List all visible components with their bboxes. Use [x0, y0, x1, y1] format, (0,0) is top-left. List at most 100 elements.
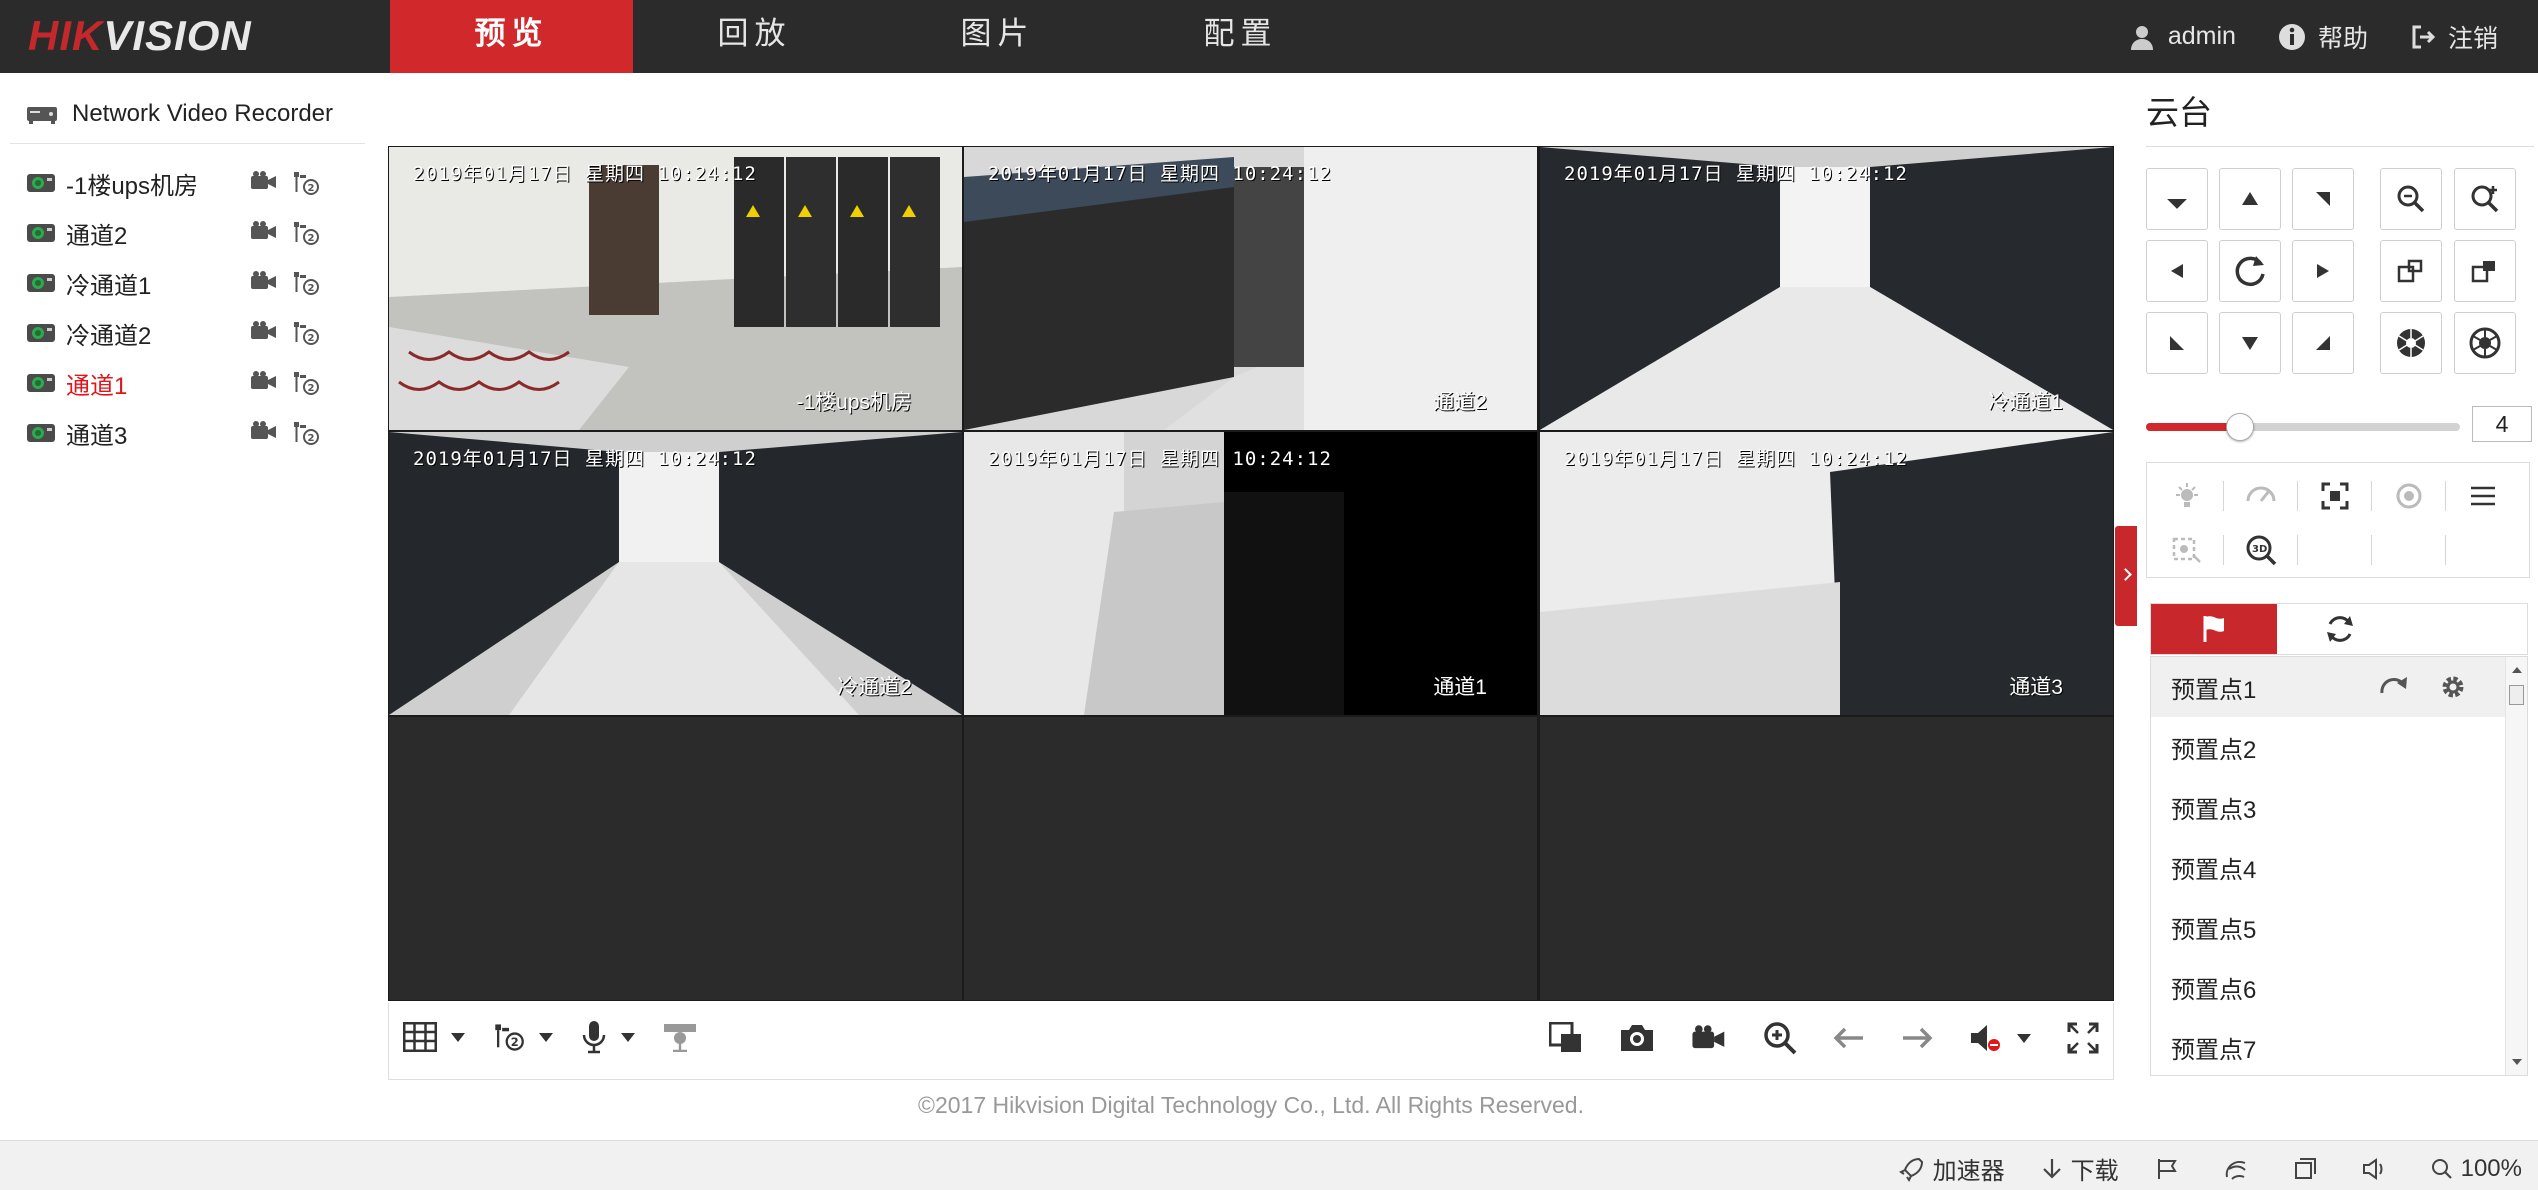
preset-item[interactable]: 预置点2: [2151, 717, 2527, 777]
focus-far-button[interactable]: [2454, 240, 2516, 302]
preset-item[interactable]: 预置点6: [2151, 957, 2527, 1017]
wiper-button[interactable]: [2225, 471, 2297, 521]
sound-button[interactable]: [2361, 1157, 2395, 1181]
channel-item[interactable]: -1楼ups机房 2: [26, 158, 346, 208]
next-page-button[interactable]: [1901, 1026, 1933, 1050]
video-cell-empty[interactable]: [1540, 717, 2113, 1000]
zoom-in-button[interactable]: [2454, 168, 2516, 230]
scroll-down-icon[interactable]: [2512, 1059, 2522, 1065]
stream-icon[interactable]: 2: [292, 370, 320, 396]
preset-item[interactable]: 预置点1: [2151, 657, 2527, 717]
nav-configuration[interactable]: 配置: [1119, 0, 1362, 73]
video-cell-selected[interactable]: 2019年01月17日 星期四 10:24:12 通道1: [964, 432, 1537, 715]
flag-icon: [2203, 616, 2224, 642]
tab-pattern[interactable]: [2403, 604, 2529, 654]
ptz-auto-button[interactable]: [2219, 240, 2281, 302]
video-cell[interactable]: 2019年01月17日 星期四 10:24:12 -1楼ups机房: [389, 147, 962, 430]
channel-item[interactable]: 冷通道1 2: [26, 258, 346, 308]
tab-preset[interactable]: [2151, 604, 2277, 654]
compatibility-button[interactable]: [2223, 1157, 2257, 1181]
stream-dropdown[interactable]: 2: [493, 1022, 553, 1052]
ptz-down-left-button[interactable]: [2146, 312, 2208, 374]
record-icon[interactable]: [250, 220, 278, 246]
window-button[interactable]: [2293, 1157, 2325, 1181]
feedback-button[interactable]: [2155, 1157, 2187, 1181]
preset-item[interactable]: 预置点4: [2151, 837, 2527, 897]
record-icon[interactable]: [250, 270, 278, 296]
stream-icon[interactable]: 2: [292, 170, 320, 196]
stream-icon[interactable]: 2: [292, 270, 320, 296]
nav-playback[interactable]: 回放: [633, 0, 876, 73]
ptz-up-right-button[interactable]: [2292, 168, 2354, 230]
video-cell-empty[interactable]: [964, 717, 1537, 1000]
preset-item[interactable]: 预置点7: [2151, 1017, 2527, 1075]
manual-tracking-button[interactable]: [2151, 525, 2223, 575]
ptz-down-button[interactable]: [2219, 312, 2281, 374]
user-menu[interactable]: admin: [2128, 22, 2236, 51]
ptz-panel-toggle[interactable]: [2115, 526, 2137, 626]
video-cell[interactable]: 2019年01月17日 星期四 10:24:12 冷通道1: [1540, 147, 2113, 430]
record-all-button[interactable]: [1691, 1024, 1727, 1052]
scroll-thumb[interactable]: [2509, 685, 2524, 705]
download-button[interactable]: 下载: [2041, 1151, 2119, 1186]
channel-item[interactable]: 通道2 2: [26, 208, 346, 258]
logout-link[interactable]: 注销: [2410, 19, 2498, 55]
ptz-button[interactable]: [663, 1022, 697, 1052]
preset-item[interactable]: 预置点5: [2151, 897, 2527, 957]
ptz-down-right-button[interactable]: [2292, 312, 2354, 374]
digital-zoom-button[interactable]: [1763, 1021, 1797, 1055]
ptz-speed-slider[interactable]: [2146, 413, 2460, 441]
ie-compat-icon: [2225, 1160, 2246, 1180]
goto-preset-icon[interactable]: [2379, 673, 2409, 701]
menu-button[interactable]: [2447, 471, 2519, 521]
preset-item[interactable]: 预置点3: [2151, 777, 2527, 837]
audio-dropdown[interactable]: [581, 1020, 635, 1054]
preset-scrollbar[interactable]: [2505, 657, 2527, 1075]
channel-actions: 2: [250, 370, 334, 396]
accelerator-button[interactable]: 加速器: [1898, 1151, 2005, 1186]
fullscreen-button[interactable]: [2067, 1022, 2099, 1054]
snapshot-button[interactable]: [1619, 1023, 1655, 1053]
tab-patrol[interactable]: [2277, 604, 2403, 654]
video-cell-empty[interactable]: [389, 717, 962, 1000]
record-icon[interactable]: [250, 170, 278, 196]
stream-icon[interactable]: 2: [292, 320, 320, 346]
ptz-up-button[interactable]: [2219, 168, 2281, 230]
light-button[interactable]: [2151, 471, 2223, 521]
help-link[interactable]: 帮助: [2278, 19, 2368, 55]
record-icon[interactable]: [250, 320, 278, 346]
record-icon[interactable]: [250, 420, 278, 446]
video-grid: 2019年01月17日 星期四 10:24:12 -1楼ups机房 2019年0…: [388, 146, 2114, 1001]
slider-handle[interactable]: [2226, 413, 2255, 441]
3d-zoom-button[interactable]: 3D: [2225, 525, 2297, 575]
video-cell[interactable]: 2019年01月17日 星期四 10:24:12 通道2: [964, 147, 1537, 430]
svg-text:2: 2: [308, 233, 315, 244]
nav-preview[interactable]: 预览: [390, 0, 633, 73]
lens-init-button[interactable]: [2373, 471, 2445, 521]
zoom-out-button[interactable]: [2380, 168, 2442, 230]
zoom-level[interactable]: 100%: [2431, 1155, 2522, 1183]
focus-near-button[interactable]: [2380, 240, 2442, 302]
ptz-up-left-button[interactable]: [2146, 168, 2208, 230]
channel-item[interactable]: 冷通道2 2: [26, 308, 346, 358]
gear-icon[interactable]: [2439, 673, 2467, 701]
ptz-right-button[interactable]: [2292, 240, 2354, 302]
iris-open-button[interactable]: [2380, 312, 2442, 374]
video-cell[interactable]: 2019年01月17日 星期四 10:24:12 冷通道2: [389, 432, 962, 715]
video-cell[interactable]: 2019年01月17日 星期四 10:24:12 通道3: [1540, 432, 2113, 715]
layout-dropdown[interactable]: [403, 1022, 465, 1052]
auxiliary-focus-button[interactable]: [2299, 471, 2371, 521]
nav-picture[interactable]: 图片: [876, 0, 1119, 73]
channel-item[interactable]: 通道3 2: [26, 408, 346, 458]
device-node[interactable]: Network Video Recorder: [26, 100, 333, 128]
iris-close-button[interactable]: [2454, 312, 2516, 374]
stream-icon[interactable]: 2: [292, 420, 320, 446]
capture-all-button[interactable]: [1549, 1022, 1583, 1054]
stream-icon[interactable]: 2: [292, 220, 320, 246]
record-icon[interactable]: [250, 370, 278, 396]
previous-page-button[interactable]: [1833, 1026, 1865, 1050]
scroll-up-icon[interactable]: [2512, 667, 2522, 673]
ptz-left-button[interactable]: [2146, 240, 2208, 302]
volume-dropdown[interactable]: [1969, 1023, 2031, 1053]
channel-item-active[interactable]: 通道1 2: [26, 358, 346, 408]
